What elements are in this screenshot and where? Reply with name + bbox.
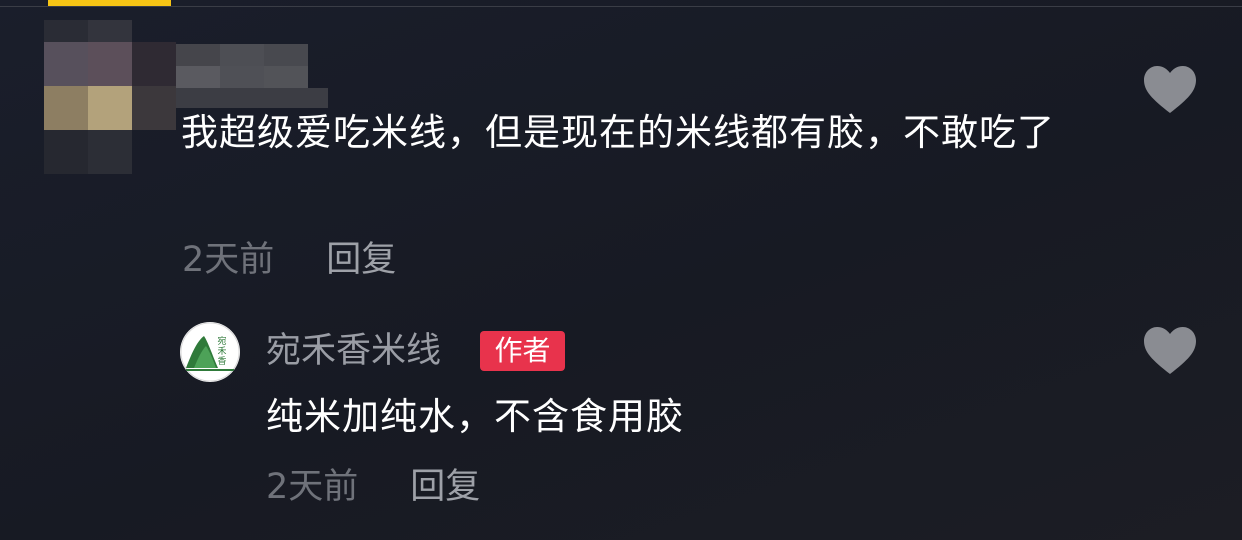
- active-tab-indicator: [48, 0, 171, 6]
- tab-bar-divider: [0, 6, 1242, 7]
- brand-logo-icon: 宛 禾 香: [180, 322, 240, 382]
- comment-meta: 2天前 回复: [182, 240, 396, 280]
- reply-button[interactable]: 回复: [410, 467, 480, 507]
- user-name-blurred[interactable]: [176, 44, 328, 108]
- svg-text:宛: 宛: [217, 335, 226, 347]
- comment-time: 2天前: [182, 240, 275, 280]
- reply-time: 2天前: [266, 467, 359, 507]
- reply-meta: 2天前 回复: [266, 467, 480, 507]
- reply-button[interactable]: 回复: [326, 240, 396, 280]
- heart-icon[interactable]: [1142, 326, 1198, 376]
- author-name[interactable]: 宛禾香米线: [266, 330, 441, 372]
- heart-icon[interactable]: [1142, 65, 1198, 115]
- svg-text:香: 香: [217, 356, 226, 367]
- avatar[interactable]: [44, 20, 176, 174]
- comment-text: 我超级爱吃米线，但是现在的米线都有胶，不敢吃了: [181, 111, 1055, 154]
- svg-text:禾: 禾: [217, 346, 226, 357]
- author-badge: 作者: [480, 331, 565, 371]
- author-avatar[interactable]: 宛 禾 香: [180, 322, 240, 382]
- reply-text: 纯米加纯水，不含食用胶: [266, 395, 684, 438]
